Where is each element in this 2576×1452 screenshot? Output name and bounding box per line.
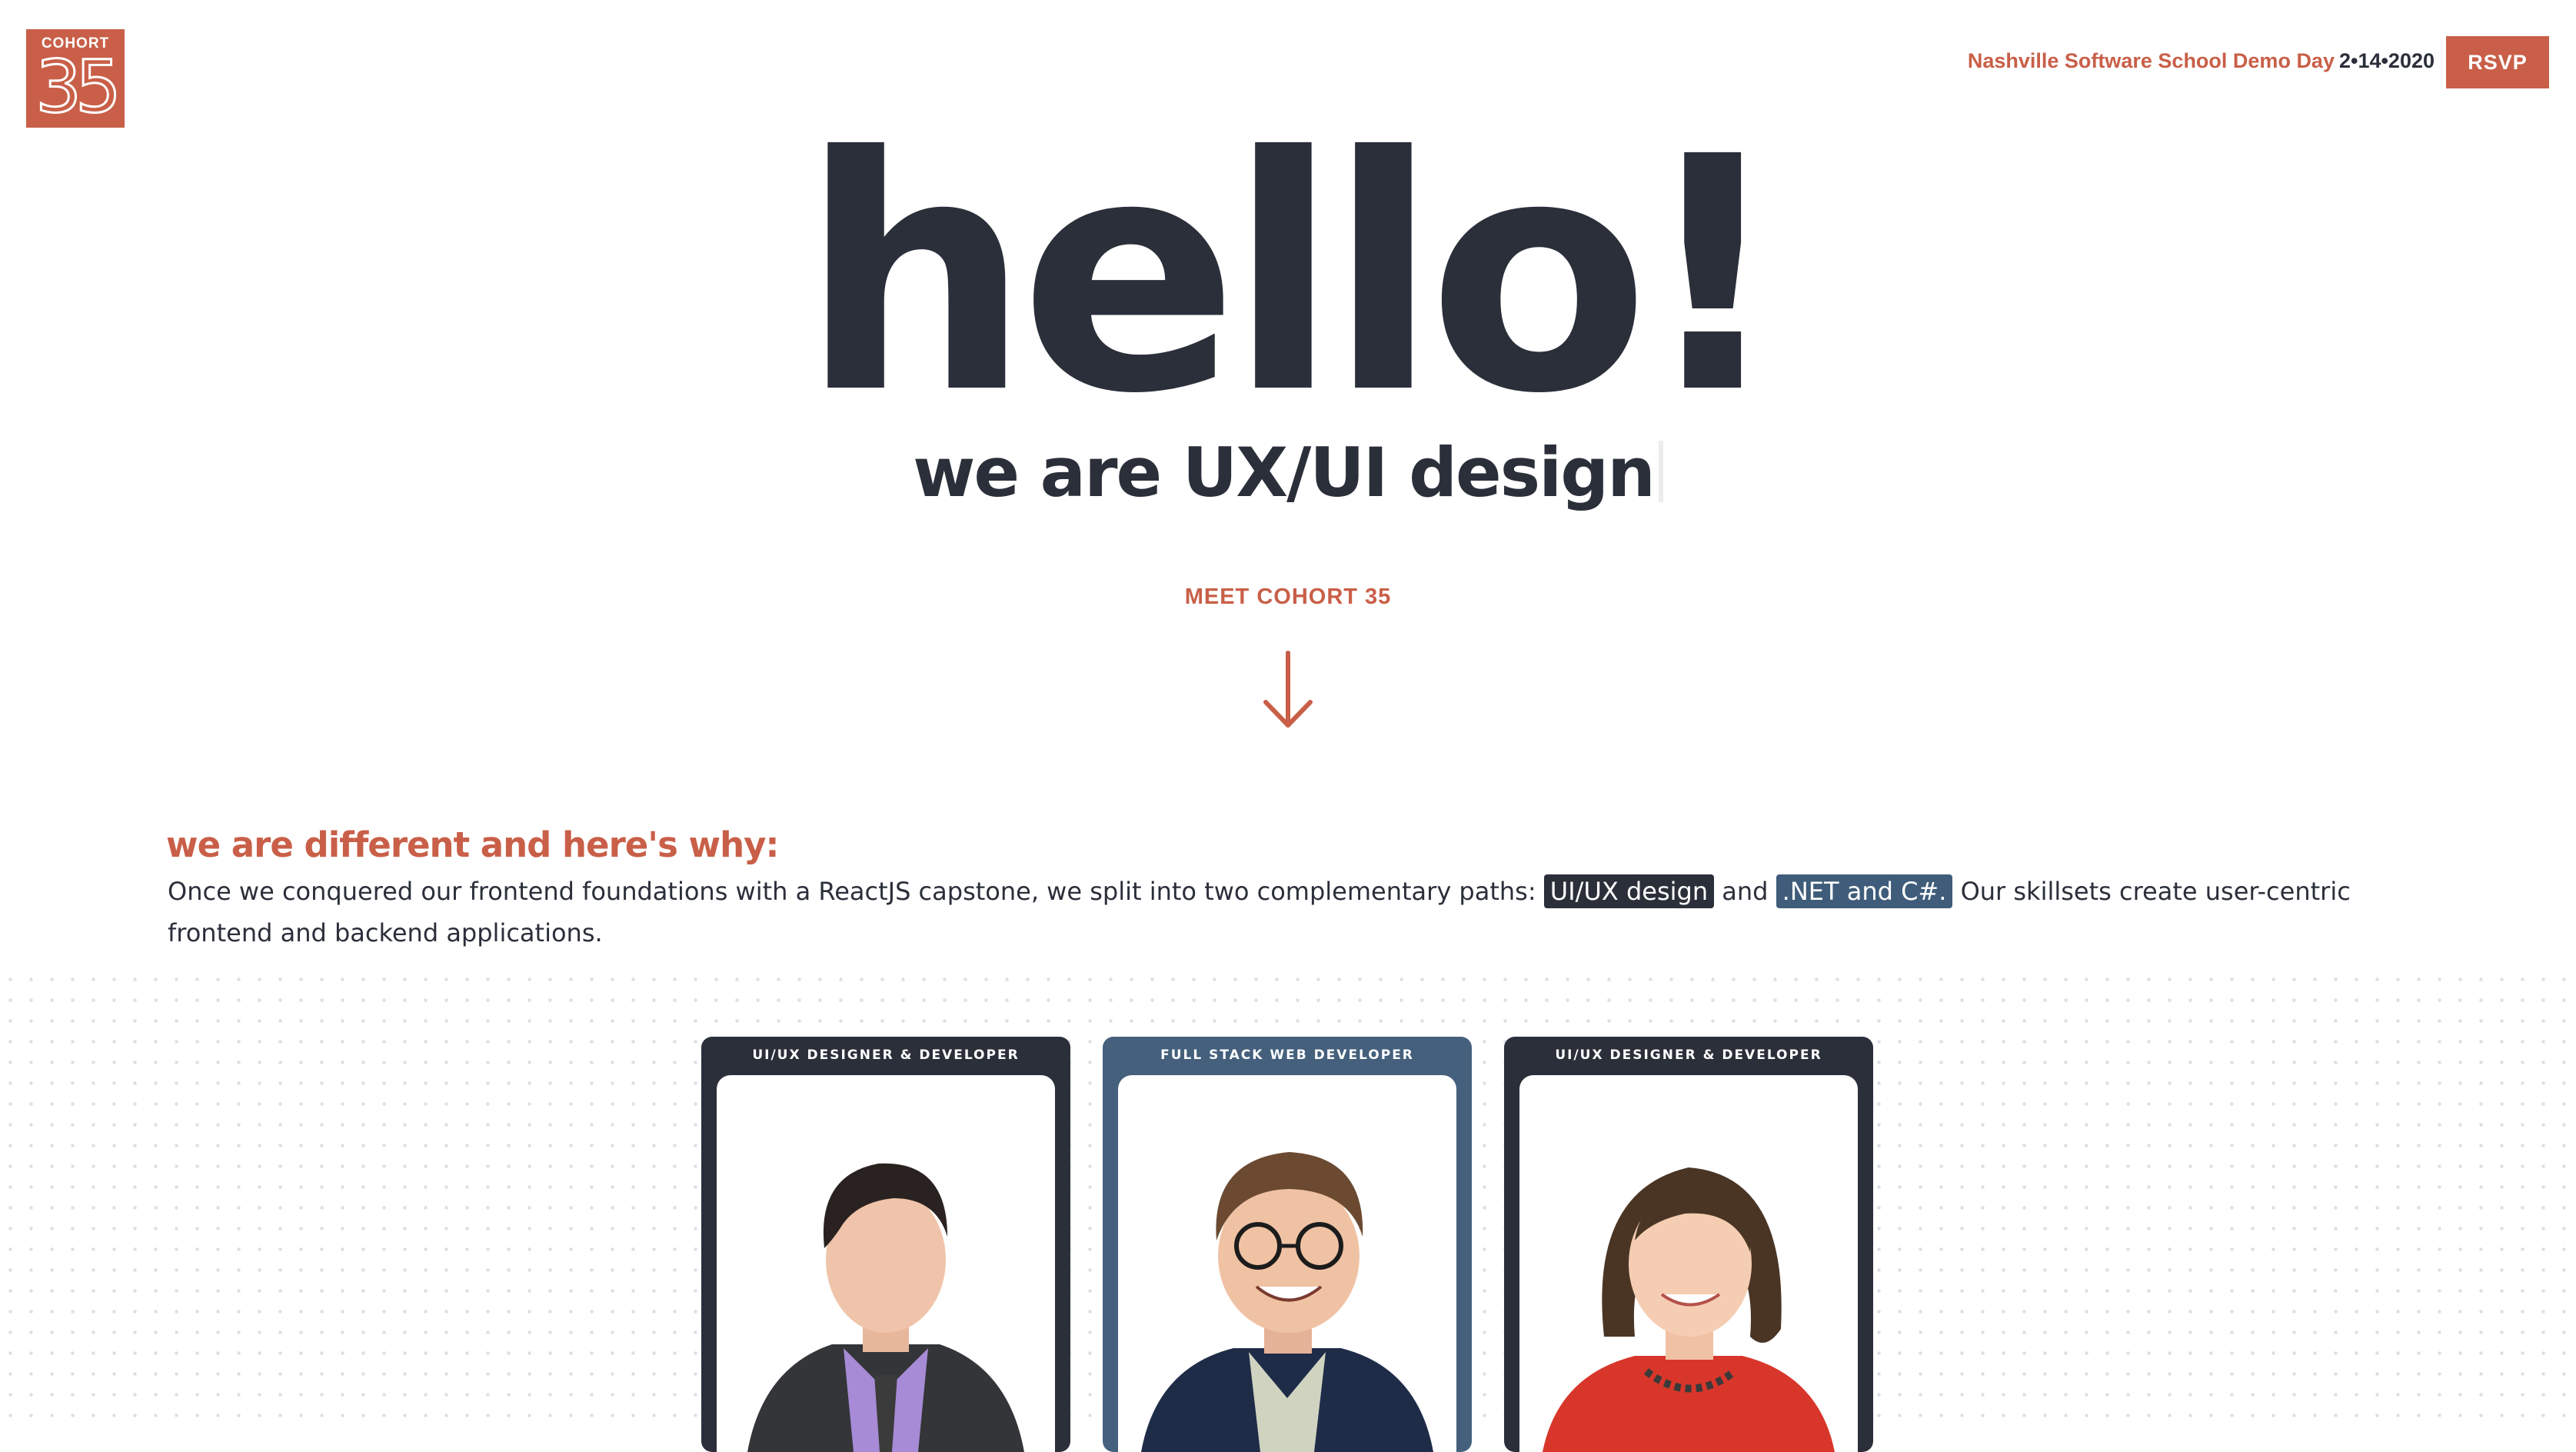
card-photo	[717, 1075, 1055, 1452]
meet-cohort-link[interactable]: MEET COHORT 35	[0, 584, 2576, 610]
event-date: 2•14•2020	[2338, 49, 2435, 72]
hero-subtitle: we are UX/UI design	[0, 431, 2576, 515]
rsvp-button[interactable]: RSVP	[2446, 36, 2549, 88]
portrait-image	[747, 1163, 1024, 1452]
event-name: Nashville Software School Demo Day	[1967, 49, 2335, 72]
card-role: FULL STACK WEB DEVELOPER	[1160, 1047, 1414, 1063]
why-text-1: Once we conquered our frontend foundatio…	[168, 877, 1544, 906]
cohort-logo[interactable]: COHORT 35	[26, 29, 125, 128]
portrait-image	[1543, 1167, 1835, 1452]
cohort-card-2[interactable]: FULL STACK WEB DEVELOPER	[1103, 1037, 1472, 1452]
tag-dotnet: .NET and C#.	[1776, 874, 1953, 908]
card-photo	[1118, 1075, 1456, 1452]
hero-subtitle-text: we are UX/UI design	[913, 433, 1656, 512]
typing-caret	[1658, 441, 1663, 502]
card-photo	[1519, 1075, 1858, 1452]
cohort-card-1[interactable]: UI/UX DESIGNER & DEVELOPER	[701, 1037, 1070, 1452]
arrow-down-icon[interactable]	[1261, 650, 1315, 731]
why-text-2: and	[1714, 877, 1776, 906]
why-paragraph: Once we conquered our frontend foundatio…	[168, 871, 2413, 954]
logo-number: 35	[35, 45, 123, 128]
portrait-image	[1141, 1152, 1433, 1452]
why-heading: we are different and here's why:	[166, 824, 779, 865]
card-role: UI/UX DESIGNER & DEVELOPER	[752, 1047, 1020, 1063]
card-role: UI/UX DESIGNER & DEVELOPER	[1555, 1047, 1822, 1063]
event-info: Nashville Software School Demo Day 2•14•2…	[1968, 49, 2435, 73]
tag-uiux: UI/UX design	[1543, 874, 1715, 908]
hero-title: hello!	[800, 88, 1786, 465]
cohort-card-3[interactable]: UI/UX DESIGNER & DEVELOPER	[1504, 1037, 1873, 1452]
